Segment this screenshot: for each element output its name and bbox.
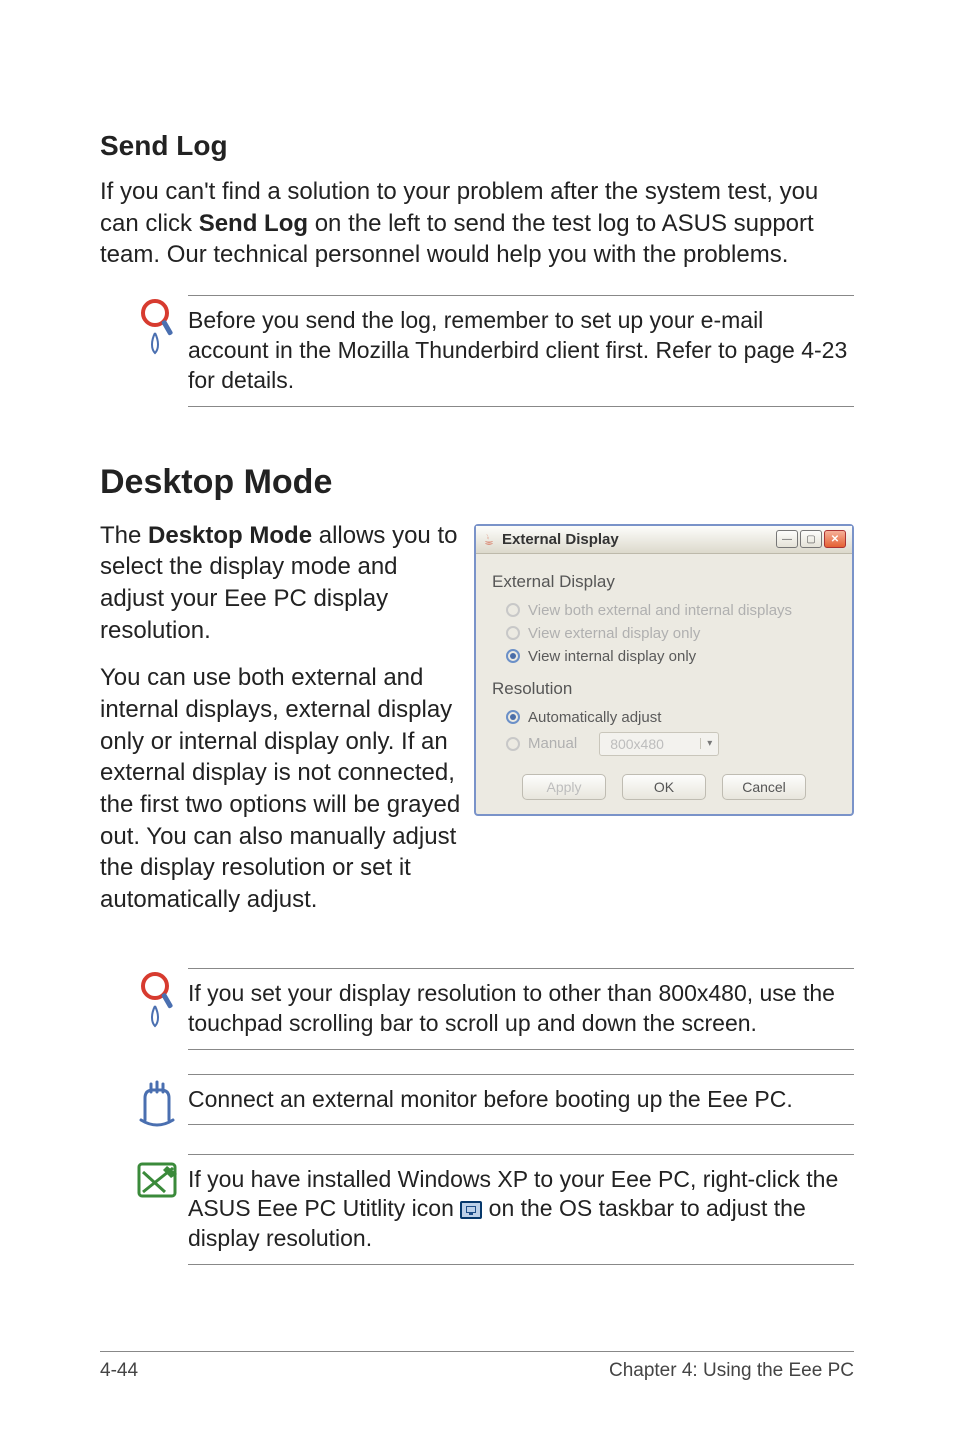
radio-icon (506, 626, 520, 640)
chevron-down-icon: ▾ (700, 738, 718, 749)
section-heading-desktop-mode: Desktop Mode (100, 463, 854, 502)
radio-icon (506, 737, 520, 751)
note-3-text: If you have installed Windows XP to your… (188, 1154, 854, 1266)
minimize-button[interactable]: — (776, 530, 798, 548)
radio-label: View external display only (528, 625, 700, 642)
close-button[interactable]: ✕ (824, 530, 846, 548)
radio-view-internal-only[interactable]: View internal display only (506, 648, 836, 665)
chapter-label: Chapter 4: Using the Eee PC (609, 1360, 854, 1382)
tip-1: Before you send the log, remember to set… (100, 295, 854, 407)
apply-button: Apply (522, 774, 606, 800)
important-icon (128, 1074, 188, 1130)
important-1: Connect an external monitor before booti… (100, 1074, 854, 1130)
group-external-display: External Display (492, 572, 836, 592)
radio-label: Manual (528, 735, 577, 752)
section-heading-send-log: Send Log (100, 130, 854, 162)
ok-button[interactable]: OK (622, 774, 706, 800)
important-1-text: Connect an external monitor before booti… (188, 1074, 854, 1126)
text: The (100, 522, 148, 549)
cancel-button[interactable]: Cancel (722, 774, 806, 800)
radio-icon (506, 649, 520, 663)
radio-icon (506, 710, 520, 724)
group-resolution: Resolution (492, 679, 836, 699)
maximize-button[interactable]: ▢ (800, 530, 822, 548)
radio-view-both: View both external and internal displays (506, 602, 836, 619)
java-icon (482, 532, 496, 546)
radio-icon (506, 603, 520, 617)
radio-view-external-only: View external display only (506, 625, 836, 642)
radio-manual: Manual 800x480 ▾ (506, 732, 836, 756)
send-log-paragraph: If you can't find a solution to your pro… (100, 176, 854, 271)
resolution-combo: 800x480 ▾ (599, 732, 719, 756)
tip-2: If you set your display resolution to ot… (100, 968, 854, 1050)
eee-utility-tray-icon (460, 1201, 482, 1219)
bold-send-log: Send Log (199, 210, 308, 237)
desktop-mode-text: The Desktop Mode allows you to select th… (100, 520, 466, 932)
page-number: 4-44 (100, 1360, 138, 1382)
radio-label: View both external and internal displays (528, 602, 792, 619)
radio-label: View internal display only (528, 648, 696, 665)
note-3: If you have installed Windows XP to your… (100, 1154, 854, 1266)
radio-label: Automatically adjust (528, 709, 661, 726)
page-footer: 4-44 Chapter 4: Using the Eee PC (100, 1351, 854, 1382)
dialog-titlebar: External Display — ▢ ✕ (476, 526, 852, 554)
dialog-title: External Display (502, 531, 776, 548)
tip-1-text: Before you send the log, remember to set… (188, 295, 854, 407)
tip-2-text: If you set your display resolution to ot… (188, 968, 854, 1050)
radio-auto-adjust[interactable]: Automatically adjust (506, 709, 836, 726)
desktop-paragraph-2: You can use both external and internal d… (100, 662, 466, 915)
bold-desktop-mode: Desktop Mode (148, 522, 312, 549)
tip-icon (128, 968, 188, 1028)
combo-value: 800x480 (600, 736, 700, 752)
external-display-dialog: External Display — ▢ ✕ External Display … (474, 524, 854, 816)
tip-icon (128, 295, 188, 355)
note-icon (128, 1154, 188, 1204)
